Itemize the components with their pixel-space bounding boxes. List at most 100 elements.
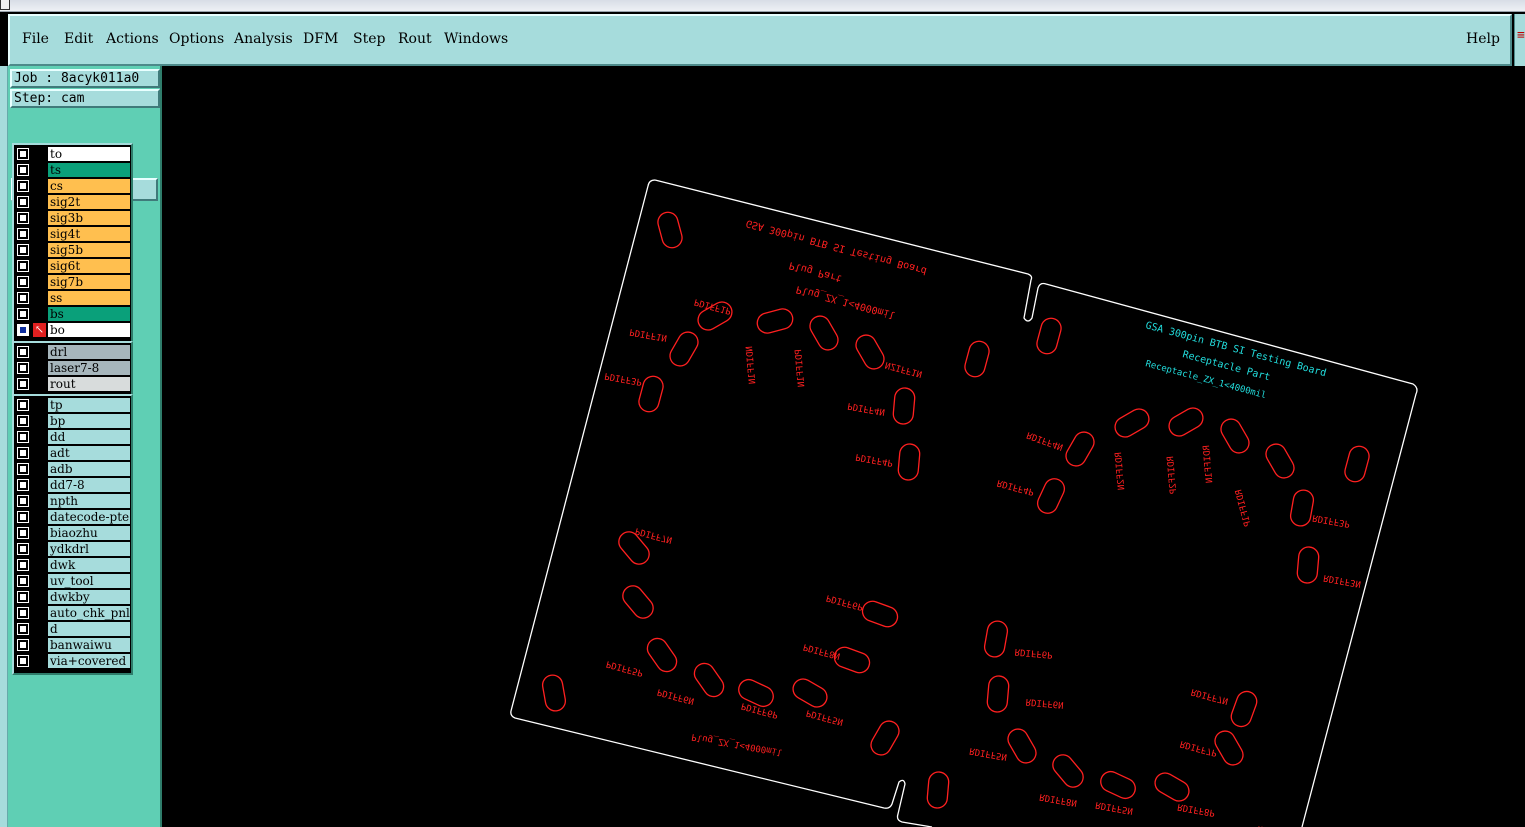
layer-name[interactable]: laser7-8 <box>48 361 130 375</box>
layer-marker[interactable] <box>33 590 46 604</box>
layer-name[interactable]: sig6t <box>48 259 130 273</box>
layer-row-dd7-8[interactable]: dd7-8 <box>14 477 131 493</box>
layer-marker[interactable] <box>33 307 46 321</box>
work-layer-arrow-icon[interactable]: ↖ <box>33 323 46 337</box>
layer-checkbox[interactable] <box>17 346 29 358</box>
layer-checkbox[interactable] <box>17 324 29 336</box>
layer-checkbox[interactable] <box>17 447 29 459</box>
layer-name[interactable]: via+covered <box>48 654 130 668</box>
layer-checkbox[interactable] <box>17 415 29 427</box>
layer-row-biaozhu[interactable]: biaozhu <box>14 525 131 541</box>
layer-marker[interactable] <box>33 361 46 375</box>
layer-name[interactable]: to <box>48 147 130 161</box>
layer-name[interactable]: sig2t <box>48 195 130 209</box>
layer-checkbox[interactable] <box>17 543 29 555</box>
pcb-view[interactable]: GSA 300pin BTB SI Testing BoardPlug Part… <box>162 66 1525 827</box>
layer-marker[interactable] <box>33 430 46 444</box>
layer-name[interactable]: dd7-8 <box>48 478 130 492</box>
layer-row-ts[interactable]: ts <box>14 162 131 178</box>
layer-name[interactable]: tp <box>48 398 130 412</box>
layer-checkbox[interactable] <box>17 591 29 603</box>
layer-checkbox[interactable] <box>17 607 29 619</box>
layer-row-ss[interactable]: ss <box>14 290 131 306</box>
layer-checkbox[interactable] <box>17 378 29 390</box>
layer-checkbox[interactable] <box>17 511 29 523</box>
layer-name[interactable]: d <box>48 622 130 636</box>
layer-name[interactable]: sig7b <box>48 275 130 289</box>
graphic-canvas[interactable]: GSA 300pin BTB SI Testing Board Plug Part… <box>162 66 1525 827</box>
window-icon[interactable] <box>0 0 10 10</box>
layer-row-uv_tool[interactable]: uv_tool <box>14 573 131 589</box>
layer-row-sig3b[interactable]: sig3b <box>14 210 131 226</box>
layer-checkbox[interactable] <box>17 180 29 192</box>
layer-row-sig2t[interactable]: sig2t <box>14 194 131 210</box>
layer-checkbox[interactable] <box>17 655 29 667</box>
layer-name[interactable]: dd <box>48 430 130 444</box>
layer-checkbox[interactable] <box>17 559 29 571</box>
layer-name[interactable]: banwaiwu <box>48 638 130 652</box>
layer-checkbox[interactable] <box>17 623 29 635</box>
layer-row-dwk[interactable]: dwk <box>14 557 131 573</box>
collapse-icon[interactable]: ≡ <box>1517 28 1525 43</box>
layer-row-adb[interactable]: adb <box>14 461 131 477</box>
layer-marker[interactable] <box>33 606 46 620</box>
layer-checkbox[interactable] <box>17 479 29 491</box>
layer-checkbox[interactable] <box>17 362 29 374</box>
layer-marker[interactable] <box>33 478 46 492</box>
layer-marker[interactable] <box>33 638 46 652</box>
layer-name[interactable]: auto_chk_pnl <box>48 606 130 620</box>
layer-marker[interactable] <box>33 345 46 359</box>
layer-name[interactable]: sig3b <box>48 211 130 225</box>
layer-name[interactable]: dwkby <box>48 590 130 604</box>
layer-checkbox[interactable] <box>17 495 29 507</box>
layer-checkbox[interactable] <box>17 292 29 304</box>
layer-marker[interactable] <box>33 494 46 508</box>
layer-row-sig4t[interactable]: sig4t <box>14 226 131 242</box>
layer-name[interactable]: bp <box>48 414 130 428</box>
layer-checkbox[interactable] <box>17 244 29 256</box>
menu-options[interactable]: Options <box>169 31 224 47</box>
layer-row-cs[interactable]: cs <box>14 178 131 194</box>
menu-edit[interactable]: Edit <box>64 31 93 47</box>
layer-marker[interactable] <box>33 195 46 209</box>
layer-row-drl[interactable]: drl <box>14 344 131 360</box>
layer-row-dwkby[interactable]: dwkby <box>14 589 131 605</box>
layer-row-dd[interactable]: dd <box>14 429 131 445</box>
layer-checkbox[interactable] <box>17 260 29 272</box>
layer-marker[interactable] <box>33 259 46 273</box>
layer-name[interactable]: npth <box>48 494 130 508</box>
layer-marker[interactable] <box>33 291 46 305</box>
layer-name[interactable]: bs <box>48 307 130 321</box>
layer-marker[interactable] <box>33 147 46 161</box>
layer-marker[interactable] <box>33 542 46 556</box>
layer-checkbox[interactable] <box>17 308 29 320</box>
layer-row-d[interactable]: d <box>14 621 131 637</box>
layer-marker[interactable] <box>33 510 46 524</box>
layer-checkbox[interactable] <box>17 527 29 539</box>
layer-row-sig5b[interactable]: sig5b <box>14 242 131 258</box>
layer-row-banwaiwu[interactable]: banwaiwu <box>14 637 131 653</box>
layer-row-tp[interactable]: tp <box>14 397 131 413</box>
layer-marker[interactable] <box>33 462 46 476</box>
menu-help[interactable]: Help <box>1466 31 1500 47</box>
layer-name[interactable]: sig4t <box>48 227 130 241</box>
layer-checkbox[interactable] <box>17 212 29 224</box>
layer-marker[interactable] <box>33 446 46 460</box>
layer-row-auto_chk_pnl[interactable]: auto_chk_pnl <box>14 605 131 621</box>
layer-marker[interactable] <box>33 275 46 289</box>
layer-marker[interactable] <box>33 526 46 540</box>
layer-name[interactable]: uv_tool <box>48 574 130 588</box>
layer-name[interactable]: drl <box>48 345 130 359</box>
layer-row-bo[interactable]: ↖ bo <box>14 322 131 338</box>
layer-marker[interactable] <box>33 179 46 193</box>
layer-name[interactable]: ts <box>48 163 130 177</box>
layer-checkbox[interactable] <box>17 639 29 651</box>
layer-checkbox[interactable] <box>17 196 29 208</box>
layer-checkbox[interactable] <box>17 228 29 240</box>
layer-marker[interactable] <box>33 574 46 588</box>
layer-marker[interactable] <box>33 558 46 572</box>
layer-row-bp[interactable]: bp <box>14 413 131 429</box>
layer-row-to[interactable]: to <box>14 146 131 162</box>
layer-row-bs[interactable]: bs <box>14 306 131 322</box>
layer-checkbox[interactable] <box>17 575 29 587</box>
